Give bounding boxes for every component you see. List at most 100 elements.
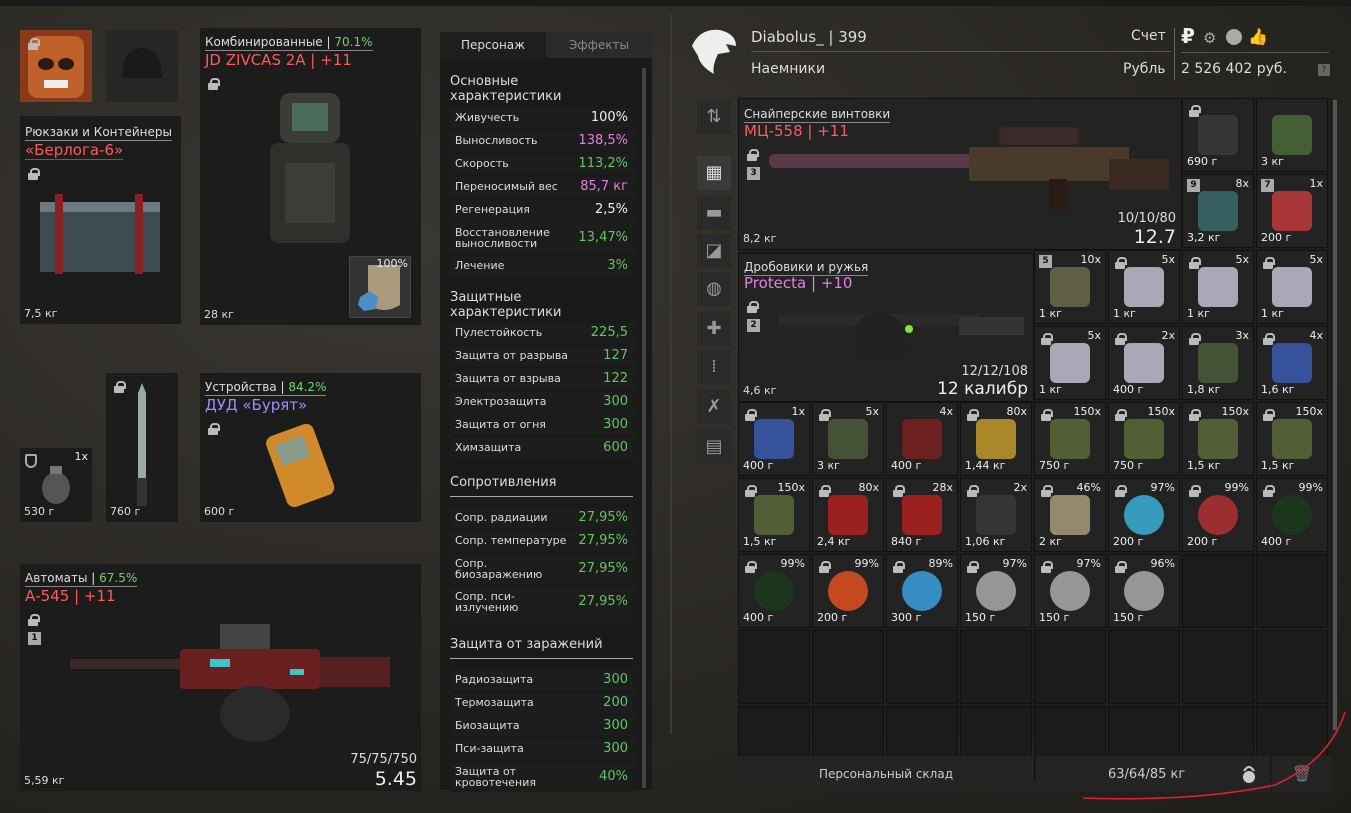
item-quantity: 96% bbox=[1150, 557, 1175, 570]
inventory-item[interactable]: 96% 150 г bbox=[1108, 554, 1180, 628]
item-weight: 1,5 кг bbox=[743, 535, 777, 548]
inventory-item[interactable]: 2x 1,06 кг bbox=[960, 478, 1032, 552]
inventory-item-shotgun[interactable]: Дробовики и ружья Protecta | +10 2 12/12… bbox=[738, 253, 1034, 402]
inventory-item[interactable]: 5x 3 кг bbox=[812, 402, 884, 476]
item-quantity: 5x bbox=[1161, 253, 1175, 266]
inventory-item[interactable]: 10x 1 кг 5 bbox=[1034, 250, 1106, 324]
grid-all-icon[interactable]: ▦ bbox=[697, 156, 731, 190]
section-title: Основные характеристики bbox=[450, 74, 633, 111]
inventory-item[interactable]: 97% 150 г bbox=[960, 554, 1032, 628]
primary-weapon-slot[interactable]: Автоматы | 67.5% А-545 | +11 1 75/75/750… bbox=[20, 564, 421, 791]
inventory-item[interactable]: 99% 200 г bbox=[812, 554, 884, 628]
shotgun-ammo: 12/12/108 bbox=[961, 364, 1028, 379]
empty-slot[interactable] bbox=[1256, 630, 1328, 704]
inventory-item[interactable]: 89% 300 г bbox=[886, 554, 958, 628]
item-quantity: 80x bbox=[858, 481, 879, 494]
weapon-filter-icon[interactable]: ▬ bbox=[697, 196, 731, 230]
empty-slot[interactable] bbox=[1182, 630, 1254, 704]
empty-slot[interactable] bbox=[1182, 554, 1254, 628]
item-icon bbox=[1050, 343, 1090, 383]
grenade-slot[interactable]: 1x 530 г bbox=[20, 448, 92, 522]
help-button[interactable]: ? bbox=[1318, 64, 1330, 76]
inventory-item[interactable]: 8x 3,2 кг 9 bbox=[1182, 174, 1254, 248]
lock-icon bbox=[1189, 333, 1201, 345]
medicine-filter-icon[interactable]: ✚ bbox=[697, 312, 731, 346]
section-title: Защитные характеристики bbox=[450, 290, 633, 327]
item-icon bbox=[828, 571, 868, 611]
sniper-weight: 8,2 кг bbox=[743, 232, 777, 245]
inventory-item[interactable]: 5x 1 кг bbox=[1108, 250, 1180, 324]
stat-value: 200 bbox=[603, 695, 628, 710]
inventory-item[interactable]: 150x 750 г bbox=[1034, 402, 1106, 476]
stats-scrollbar[interactable] bbox=[642, 68, 646, 788]
inventory-item[interactable]: 99% 400 г bbox=[738, 554, 810, 628]
helmet-slot[interactable] bbox=[106, 30, 178, 102]
item-quantity: 150x bbox=[777, 481, 805, 494]
mask-slot[interactable] bbox=[20, 30, 92, 102]
inventory-item[interactable]: 97% 150 г bbox=[1034, 554, 1106, 628]
plate-percent: 100% bbox=[376, 257, 408, 270]
inventory-item[interactable]: 3 кг bbox=[1256, 98, 1328, 172]
ammo-filter-icon[interactable]: ⁞ bbox=[697, 350, 731, 384]
item-quantity: 150x bbox=[1221, 405, 1249, 418]
slot-number-badge: 1 bbox=[28, 632, 41, 645]
melee-slot[interactable]: 760 г bbox=[106, 373, 178, 522]
inventory-scrollbar-track[interactable] bbox=[1332, 98, 1338, 738]
inventory-item[interactable]: 150x 750 г bbox=[1108, 402, 1180, 476]
empty-slot[interactable] bbox=[1256, 554, 1328, 628]
thumbs-up-icon[interactable]: 👍 bbox=[1248, 27, 1268, 46]
inventory-item[interactable]: 4x 400 г bbox=[886, 402, 958, 476]
inventory-item[interactable]: 28x 840 г bbox=[886, 478, 958, 552]
empty-slot[interactable] bbox=[886, 630, 958, 704]
inventory-item[interactable]: 99% 200 г bbox=[1182, 478, 1254, 552]
inventory-item[interactable]: 80x 1,44 кг bbox=[960, 402, 1032, 476]
inventory-item[interactable]: 150x 1,5 кг bbox=[1182, 402, 1254, 476]
ruble-icon[interactable]: ₽ bbox=[1181, 24, 1195, 48]
misc-filter-icon[interactable]: ▤ bbox=[697, 430, 731, 464]
tools-filter-icon[interactable]: ✗ bbox=[697, 390, 731, 424]
inventory-item[interactable]: 80x 2,4 кг bbox=[812, 478, 884, 552]
inventory-scrollbar-thumb[interactable] bbox=[1333, 100, 1337, 730]
empty-slot[interactable] bbox=[812, 630, 884, 704]
inventory-item[interactable]: 150x 1,5 кг bbox=[738, 478, 810, 552]
sort-icon[interactable]: ⇅ bbox=[697, 100, 731, 134]
inventory-item[interactable]: 5x 1 кг bbox=[1182, 250, 1254, 324]
inventory-item[interactable]: 690 г bbox=[1182, 98, 1254, 172]
backpack-slot[interactable]: Рюкзаки и Контейнеры «Берлога-6» 7,5 кг bbox=[20, 116, 181, 324]
empty-slot[interactable] bbox=[1034, 630, 1106, 704]
stat-value: 300 bbox=[603, 672, 628, 687]
tab-character[interactable]: Персонаж bbox=[440, 32, 546, 58]
empty-slot[interactable] bbox=[960, 630, 1032, 704]
slot-number-badge: 5 bbox=[1039, 255, 1052, 268]
lock-icon bbox=[28, 614, 40, 626]
stat-row: Сопр. пси-излучению 27,95% bbox=[450, 587, 633, 617]
lock-icon bbox=[1115, 485, 1127, 497]
inventory-item[interactable]: 4x 1,6 кг bbox=[1256, 326, 1328, 400]
inventory-item[interactable]: 150x 1,5 кг bbox=[1256, 402, 1328, 476]
artifact-filter-icon[interactable]: ◍ bbox=[697, 272, 731, 306]
stat-label: Радиозащита bbox=[455, 673, 534, 686]
tab-effects[interactable]: Эффекты bbox=[546, 32, 652, 58]
personal-stash-button[interactable]: Персональный склад bbox=[738, 756, 1034, 792]
armor-filter-icon[interactable]: ◪ bbox=[697, 234, 731, 268]
empty-slot[interactable] bbox=[738, 630, 810, 704]
inventory-item[interactable]: 97% 200 г bbox=[1108, 478, 1180, 552]
inventory-item[interactable]: 1x 400 г bbox=[738, 402, 810, 476]
item-icon bbox=[1124, 267, 1164, 307]
inventory-item[interactable]: 5x 1 кг bbox=[1034, 326, 1106, 400]
backpack-weight: 7,5 кг bbox=[24, 307, 58, 320]
inventory-item[interactable]: 3x 1,8 кг bbox=[1182, 326, 1254, 400]
lock-icon bbox=[1041, 333, 1053, 345]
armor-plate-slot[interactable]: 100% bbox=[349, 256, 411, 318]
empty-slot[interactable] bbox=[1108, 630, 1180, 704]
armor-slot[interactable]: Комбинированные | 70.1% JD ZIVCAS 2A | +… bbox=[200, 28, 421, 325]
device-slot[interactable]: Устройства | 84.2% ДУД «Бурят» 600 г bbox=[200, 373, 421, 522]
inventory-item[interactable]: 46% 2 кг bbox=[1034, 478, 1106, 552]
inventory-item[interactable]: 5x 1 кг bbox=[1256, 250, 1328, 324]
inventory-item-sniper[interactable]: Снайперские винтовки МЦ-558 | +11 3 10/1… bbox=[738, 98, 1182, 250]
gear-icon[interactable]: ⚙ bbox=[1203, 29, 1216, 47]
inventory-item[interactable]: 99% 400 г bbox=[1256, 478, 1328, 552]
inventory-item[interactable]: 2x 400 г bbox=[1108, 326, 1180, 400]
compass-icon[interactable] bbox=[1226, 29, 1242, 45]
inventory-item[interactable]: 1x 200 г 7 bbox=[1256, 174, 1328, 248]
